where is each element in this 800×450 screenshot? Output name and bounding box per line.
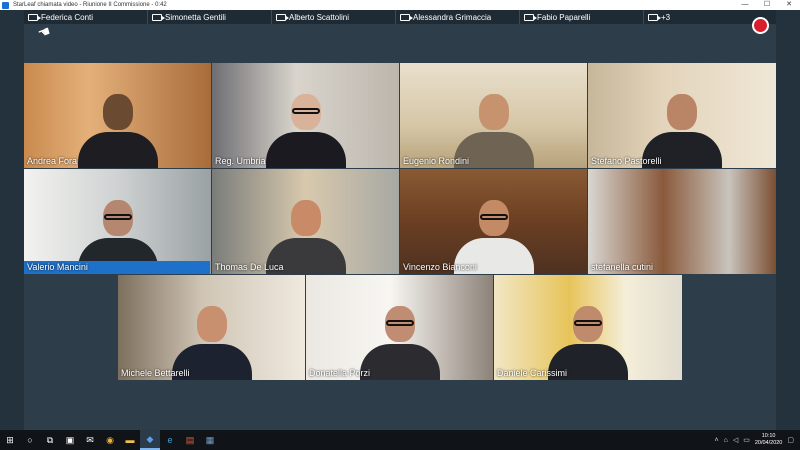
tray-overflow-icon[interactable]: ˄ xyxy=(715,437,719,444)
windows-taskbar: ⊞ ○ ⧉ ▣ ✉ ◉ ▬ ◆ e ▤ ▦ ˄ ⌂ ◁ ▭ 10:10 20/0… xyxy=(0,430,800,450)
minimize-button[interactable]: — xyxy=(734,0,756,10)
video-call-area: Federica Conti Simonetta Gentili Alberto… xyxy=(0,10,800,430)
participant-chip[interactable]: Alberto Scattolini xyxy=(272,10,396,24)
tile-name-label: Andrea Fora xyxy=(27,156,78,166)
chrome-icon[interactable]: ◉ xyxy=(100,430,120,450)
video-tile[interactable]: Donatella Porzi xyxy=(306,275,493,380)
window-title: StarLeaf chiamata video - Riunione II Co… xyxy=(13,2,167,8)
office-icon[interactable]: ▤ xyxy=(180,430,200,450)
camera-icon xyxy=(28,13,41,21)
network-icon[interactable]: ⌂ xyxy=(724,437,728,444)
camera-icon xyxy=(648,13,661,21)
windows-start-icon[interactable]: ⊞ xyxy=(0,430,20,450)
participant-chip-name: Federica Conti xyxy=(41,12,94,22)
participant-chip[interactable]: Alessandra Grimaccia xyxy=(396,10,520,24)
tile-name-label: Michele Bettarelli xyxy=(121,368,190,378)
mouse-cursor-icon: ☚ xyxy=(35,22,53,42)
clock-time: 10:10 xyxy=(761,433,776,439)
video-tile[interactable]: Stefano Pastorelli xyxy=(588,63,776,168)
maximize-button[interactable]: ☐ xyxy=(756,0,778,10)
camera-icon xyxy=(152,13,165,21)
tile-name-label: Vincenzo Bianconi xyxy=(403,262,477,272)
window-controls: — ☐ ✕ xyxy=(734,0,800,10)
tile-name-label: stefanella cutini xyxy=(591,262,654,272)
starleaf-taskbar-icon[interactable]: ◆ xyxy=(140,430,160,450)
video-tile[interactable]: Valerio Mancini xyxy=(24,169,211,274)
video-tile[interactable]: Eugenio Rondini xyxy=(400,63,587,168)
camera-icon xyxy=(276,13,289,21)
window-title-bar: StarLeaf chiamata video - Riunione II Co… xyxy=(0,0,800,10)
tile-name-label: Eugenio Rondini xyxy=(403,156,470,166)
clock-date: 20/04/2020 xyxy=(754,440,783,446)
store-icon[interactable]: ▣ xyxy=(60,430,80,450)
camera-icon xyxy=(400,13,413,21)
tile-name-label: Thomas De Luca xyxy=(215,262,284,272)
tile-name-label: Donatella Porzi xyxy=(309,368,371,378)
more-participants-count: +3 xyxy=(661,12,671,22)
app-icon[interactable]: ▦ xyxy=(200,430,220,450)
video-tile[interactable]: Reg. Umbria xyxy=(212,63,399,168)
video-tile[interactable]: Vincenzo Bianconi xyxy=(400,169,587,274)
video-tile[interactable]: Andrea Fora xyxy=(24,63,211,168)
tile-name-label-active-speaker: Valerio Mancini xyxy=(24,261,210,274)
file-explorer-icon[interactable]: ▬ xyxy=(120,430,140,450)
video-tile[interactable]: stefanella cutini xyxy=(588,169,776,274)
participant-chip-name: Alberto Scattolini xyxy=(289,12,350,22)
participants-strip: Federica Conti Simonetta Gentili Alberto… xyxy=(24,10,776,24)
video-tile[interactable]: Michele Bettarelli xyxy=(118,275,305,380)
more-participants-chip[interactable]: +3 xyxy=(644,10,704,24)
volume-icon[interactable]: ◁ xyxy=(733,436,738,444)
video-tile[interactable]: Daniele Carissimi xyxy=(494,275,682,380)
left-margin xyxy=(0,10,24,430)
tile-name-label: Reg. Umbria xyxy=(215,156,266,166)
video-tile[interactable]: Thomas De Luca xyxy=(212,169,399,274)
taskbar-clock[interactable]: 10:10 20/04/2020 xyxy=(755,433,783,447)
battery-icon[interactable]: ▭ xyxy=(743,436,750,444)
participant-chip-name: Fabio Paparelli xyxy=(537,12,591,22)
participant-chip[interactable]: Federica Conti xyxy=(24,10,148,24)
system-tray: ˄ ⌂ ◁ ▭ 10:10 20/04/2020 ▢ xyxy=(715,430,795,450)
camera-icon xyxy=(524,13,537,21)
mail-icon[interactable]: ✉ xyxy=(80,430,100,450)
participant-chip-name: Simonetta Gentili xyxy=(165,12,226,22)
participant-chip[interactable]: Simonetta Gentili xyxy=(148,10,272,24)
edge-icon[interactable]: e xyxy=(160,430,180,450)
notifications-icon[interactable]: ▢ xyxy=(787,436,794,444)
close-button[interactable]: ✕ xyxy=(778,0,800,10)
starleaf-app-icon xyxy=(2,1,9,9)
task-view-icon[interactable]: ⧉ xyxy=(40,430,60,450)
tile-name-label: Daniele Carissimi xyxy=(497,368,568,378)
tile-name-label: Stefano Pastorelli xyxy=(591,156,662,166)
participant-chip-name: Alessandra Grimaccia xyxy=(413,12,492,22)
hang-up-button[interactable] xyxy=(752,17,769,34)
participant-chip[interactable]: Fabio Paparelli xyxy=(520,10,644,24)
right-margin xyxy=(776,10,800,430)
search-icon[interactable]: ○ xyxy=(20,430,40,450)
